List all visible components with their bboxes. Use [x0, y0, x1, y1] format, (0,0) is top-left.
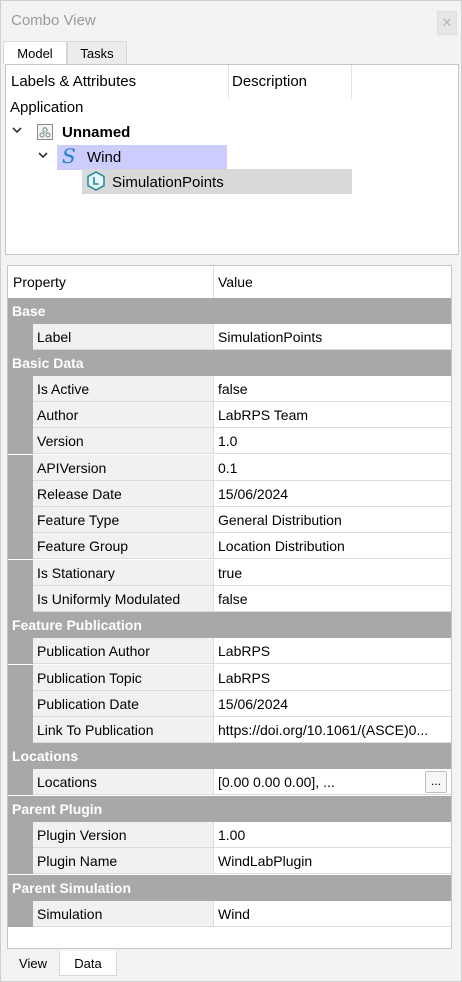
property-name: Plugin Name [33, 848, 214, 874]
property-name: Locations [33, 769, 214, 795]
group-base[interactable]: Base [8, 298, 451, 324]
property-header: Property Value [8, 266, 451, 298]
property-name: Author [33, 402, 214, 428]
property-row[interactable]: Plugin Version 1.00 [8, 822, 451, 848]
property-value[interactable]: 15/06/2024 [214, 481, 451, 507]
property-row[interactable]: Is Uniformly Modulated false [8, 586, 451, 612]
property-value[interactable]: Location Distribution [214, 533, 451, 559]
tab-tasks[interactable]: Tasks [67, 41, 127, 65]
property-name: Version [33, 428, 214, 454]
property-value[interactable]: 1.00 [214, 822, 451, 848]
group-label: Basic Data [12, 355, 84, 371]
document-icon [36, 123, 54, 144]
simulation-s-icon: S [62, 144, 76, 168]
property-value[interactable]: General Distribution [214, 507, 451, 533]
property-row[interactable]: Link To Publication https://doi.org/10.10… [8, 717, 451, 743]
property-row[interactable]: Is Active false [8, 376, 451, 402]
property-row[interactable]: Publication Author LabRPS [8, 638, 451, 664]
tree-header-labels[interactable]: Labels & Attributes [11, 65, 229, 99]
panel-title: Combo View [11, 12, 96, 29]
property-value[interactable]: Wind [214, 901, 451, 927]
property-name: Link To Publication [33, 717, 214, 743]
property-row[interactable]: Is Stationary true [8, 560, 451, 586]
property-value[interactable]: WindLabPlugin [214, 848, 451, 874]
combo-view-panel: Combo View ✕ Model Tasks Labels & Attrib… [0, 0, 462, 982]
tree-header-description[interactable]: Description [232, 65, 352, 99]
property-value[interactable]: SimulationPoints [214, 324, 451, 350]
tree-item-wind[interactable]: Wind [87, 149, 121, 166]
property-row[interactable]: Publication Date 15/06/2024 [8, 691, 451, 717]
property-name: Is Uniformly Modulated [33, 586, 214, 612]
tree-item-simulationpoints[interactable]: SimulationPoints [112, 174, 224, 191]
property-name: APIVersion [33, 455, 214, 481]
property-name: Release Date [33, 481, 214, 507]
property-row[interactable]: Simulation Wind [8, 901, 451, 927]
locations-value[interactable]: [0.00 0.00 0.00], ... [214, 769, 451, 795]
tree-item-unnamed[interactable]: Unnamed [62, 124, 130, 141]
property-value[interactable]: LabRPS [214, 665, 451, 691]
property-name: Plugin Version [33, 822, 214, 848]
property-column-header[interactable]: Property [8, 266, 214, 298]
property-row[interactable]: Locations [0.00 0.00 0.00], ...... [8, 769, 451, 795]
property-value[interactable]: true [214, 560, 451, 586]
chevron-down-icon[interactable] [37, 148, 49, 164]
tree-item-wind-row[interactable] [57, 145, 227, 170]
value-column-header[interactable]: Value [214, 266, 451, 298]
group-label: Parent Simulation [12, 880, 132, 896]
property-value[interactable]: 1.0 [214, 428, 451, 454]
property-row[interactable]: Author LabRPS Team [8, 402, 451, 428]
group-label: Feature Publication [12, 617, 142, 633]
group-label: Parent Plugin [12, 801, 103, 817]
property-value[interactable]: false [214, 586, 451, 612]
property-name: Is Stationary [33, 560, 214, 586]
property-name: Simulation [33, 901, 214, 927]
tree-root-application: Application [10, 99, 84, 116]
property-row[interactable]: Release Date 15/06/2024 [8, 481, 451, 507]
property-row[interactable]: Label SimulationPoints [8, 324, 451, 350]
property-value[interactable]: 0.1 [214, 455, 451, 481]
tab-data[interactable]: Data [59, 951, 117, 976]
property-name: Publication Topic [33, 665, 214, 691]
property-value[interactable]: false [214, 376, 451, 402]
property-row[interactable]: APIVersion 0.1 [8, 455, 451, 481]
property-row[interactable]: Publication Topic LabRPS [8, 665, 451, 691]
close-button[interactable]: ✕ [437, 11, 457, 35]
chevron-down-icon[interactable] [11, 123, 23, 139]
property-row[interactable]: Feature Type General Distribution [8, 507, 451, 533]
property-value[interactable]: LabRPS Team [214, 402, 451, 428]
property-value[interactable]: LabRPS [214, 638, 451, 664]
property-row[interactable]: Plugin Name WindLabPlugin [8, 848, 451, 874]
tab-model[interactable]: Model [3, 41, 67, 65]
group-locations[interactable]: Locations [8, 743, 451, 769]
group-label: Base [12, 303, 46, 319]
property-name: Label [33, 324, 214, 350]
property-name: Is Active [33, 376, 214, 402]
group-feature-publication[interactable]: Feature Publication [8, 612, 451, 638]
title-bar: Combo View ✕ [1, 1, 461, 41]
property-editor: Property Value Base Label SimulationPoint… [7, 265, 452, 949]
model-tree: Labels & Attributes Description Applicat… [5, 64, 459, 255]
property-name: Feature Group [33, 533, 214, 559]
property-name: Feature Type [33, 507, 214, 533]
tab-view[interactable]: View [7, 951, 59, 976]
bottom-tab-bar: View Data [7, 951, 457, 977]
top-tab-bar: Model Tasks [3, 41, 461, 65]
locations-edit-button[interactable]: ... [425, 771, 447, 793]
group-basic-data[interactable]: Basic Data [8, 350, 451, 376]
group-label: Locations [12, 748, 79, 764]
publication-link-value[interactable]: https://doi.org/10.1061/(ASCE)0... [214, 717, 451, 743]
property-row[interactable]: Version 1.0 [8, 428, 451, 454]
property-row[interactable]: Feature Group Location Distribution [8, 533, 451, 559]
group-parent-plugin[interactable]: Parent Plugin [8, 796, 451, 822]
group-parent-simulation[interactable]: Parent Simulation [8, 875, 451, 901]
property-name: Publication Date [33, 691, 214, 717]
property-name: Publication Author [33, 638, 214, 664]
property-value[interactable]: 15/06/2024 [214, 691, 451, 717]
location-feature-icon [86, 171, 106, 194]
